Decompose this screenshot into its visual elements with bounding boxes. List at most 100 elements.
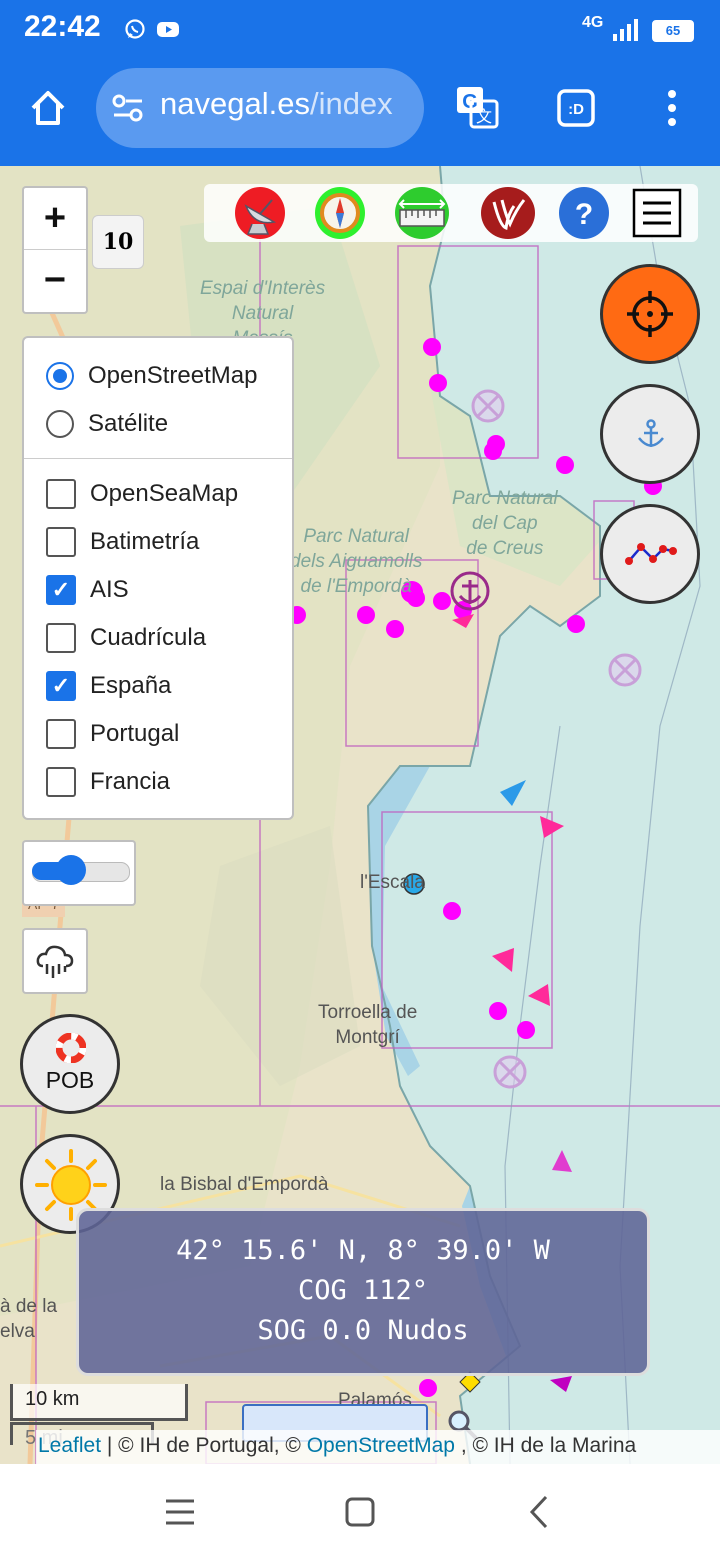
cog-readout: COG 112° (297, 1275, 429, 1306)
scale-km: 10 km (25, 1388, 80, 1410)
navigation-info-panel: 42° 15.6' N, 8° 39.0' W COG 112° SOG 0.0… (76, 1208, 650, 1376)
map-label-west: à de la elva (0, 1294, 57, 1344)
checkbox-ais[interactable]: ✓ (46, 575, 76, 605)
base-layer-satellite[interactable]: Satélite (46, 404, 168, 444)
more-menu-icon[interactable] (660, 88, 684, 128)
overlay-ais[interactable]: ✓ AIS (46, 570, 129, 610)
map-label-line: Parc Natural (452, 488, 558, 509)
opacity-slider-box (22, 840, 136, 906)
layer-divider (24, 458, 292, 459)
map-label-line: elva (0, 1321, 35, 1342)
windy-icon[interactable] (480, 186, 536, 240)
lifebuoy-icon (56, 1033, 86, 1063)
battery-level: 65 (652, 20, 694, 42)
home-nav-icon[interactable] (344, 1496, 376, 1528)
map-label-line: del Cap (472, 513, 538, 534)
overlay-openseamap[interactable]: OpenSeaMap (46, 474, 238, 514)
map-label-parc-creus: Parc Natural del Cap de Creus (452, 486, 558, 561)
status-bar: 22:42 4G 65 (0, 0, 720, 62)
map-label-line: de l'Empordà (300, 576, 412, 597)
checkbox-batimetria[interactable] (46, 527, 76, 557)
map-attribution: Leaflet | © IH de Portugal, © OpenStreet… (36, 1430, 720, 1464)
layer-label: Batimetría (90, 528, 200, 555)
layer-label: AIS (90, 576, 129, 603)
rain-cloud-icon (36, 945, 74, 978)
checkbox-portugal[interactable] (46, 719, 76, 749)
map-label-parc-aigua: Parc Natural dels Aiguamolls de l'Empord… (290, 524, 422, 599)
recent-apps-icon[interactable] (164, 1498, 196, 1526)
scale-bar: 10 km (10, 1384, 188, 1421)
site-settings-icon[interactable] (112, 94, 144, 122)
overlay-portugal[interactable]: Portugal (46, 714, 179, 754)
url-bar[interactable]: navegal.es/index (96, 68, 424, 148)
overlay-espana[interactable]: ✓ España (46, 666, 171, 706)
layer-label: Satélite (88, 410, 169, 437)
map-label-line: Parc Natural (303, 526, 409, 547)
map-label-escala: l'Escala (360, 872, 425, 893)
base-layer-osm[interactable]: OpenStreetMap (46, 356, 257, 396)
help-icon[interactable]: ? (558, 186, 610, 240)
url-host: navegal.es (160, 86, 310, 121)
map-label-line: Torroella de (318, 1002, 418, 1023)
url-path: /index (309, 86, 393, 121)
slider-thumb[interactable] (56, 855, 86, 885)
zoom-level-display: 10 (92, 215, 144, 269)
pob-button[interactable]: POB (20, 1014, 120, 1114)
status-time: 22:42 (24, 10, 101, 43)
map-label-line: Natural (231, 303, 294, 324)
svg-text:文: 文 (476, 107, 492, 126)
attribution-text: , © IH de la Marina (454, 1434, 637, 1457)
overlay-cuadricula[interactable]: Cuadrícula (46, 618, 206, 658)
anchor-alarm-button[interactable] (600, 384, 700, 484)
radio-osm[interactable] (46, 362, 74, 390)
layer-label: Portugal (90, 720, 180, 747)
radio-satellite[interactable] (46, 410, 74, 438)
checkbox-francia[interactable] (46, 767, 76, 797)
checkbox-openseamap[interactable] (46, 479, 76, 509)
layer-label: Cuadrícula (90, 624, 207, 651)
map-label-line: de Creus (466, 538, 544, 559)
svg-text::D: :D (568, 101, 584, 118)
url-text: navegal.es/index (160, 86, 393, 122)
attribution-text: | © IH de Portugal, © (101, 1434, 307, 1457)
compass-icon[interactable] (314, 186, 366, 240)
sog-readout: SOG 0.0 Nudos (257, 1315, 469, 1346)
map-toolbar: ? (204, 184, 698, 242)
layer-switcher: OpenStreetMap Satélite OpenSeaMap Batime… (22, 336, 294, 820)
rain-radar-button[interactable] (22, 928, 88, 994)
map-label-bisbal: la Bisbal d'Empordà (160, 1174, 329, 1195)
osm-link[interactable]: OpenStreetMap (307, 1434, 455, 1457)
svg-text:?: ? (575, 198, 593, 231)
zoom-out-button[interactable]: − (24, 250, 86, 311)
map-label-line: Montgrí (335, 1027, 400, 1048)
locate-button[interactable] (600, 264, 700, 364)
leaflet-link[interactable]: Leaflet (38, 1434, 101, 1457)
signal-icon (613, 19, 638, 41)
home-icon[interactable] (28, 88, 68, 128)
map-label-line: à de la (0, 1296, 58, 1317)
android-nav-bar (0, 1464, 720, 1560)
map-label-line: Espai d'Interès (200, 278, 326, 299)
position-readout: 42° 15.6' N, 8° 39.0' W (176, 1235, 550, 1266)
overlay-batimetria[interactable]: Batimetría (46, 522, 199, 562)
translate-icon[interactable]: G 文 (454, 84, 500, 130)
layer-label: OpenSeaMap (90, 480, 239, 507)
ruler-icon[interactable] (394, 186, 450, 240)
overlay-francia[interactable]: Francia (46, 762, 170, 802)
network-type: 4G (582, 14, 604, 31)
zoom-in-button[interactable]: + (24, 188, 86, 250)
satellite-dish-icon[interactable] (234, 186, 286, 240)
checkbox-cuadricula[interactable] (46, 623, 76, 653)
back-icon[interactable] (528, 1494, 550, 1530)
map-label-line: dels Aiguamolls (290, 551, 423, 572)
pob-label: POB (45, 1067, 95, 1093)
whatsapp-icon (125, 19, 145, 39)
anchor-icon (638, 419, 664, 447)
hamburger-menu-icon[interactable] (632, 188, 682, 238)
youtube-icon (157, 22, 179, 37)
checkbox-espana[interactable]: ✓ (46, 671, 76, 701)
tab-switcher-icon[interactable]: :D (556, 88, 596, 128)
zoom-control: + − (22, 186, 88, 314)
track-button[interactable] (600, 504, 700, 604)
map-label-torroella: Torroella de Montgrí (318, 1000, 417, 1050)
